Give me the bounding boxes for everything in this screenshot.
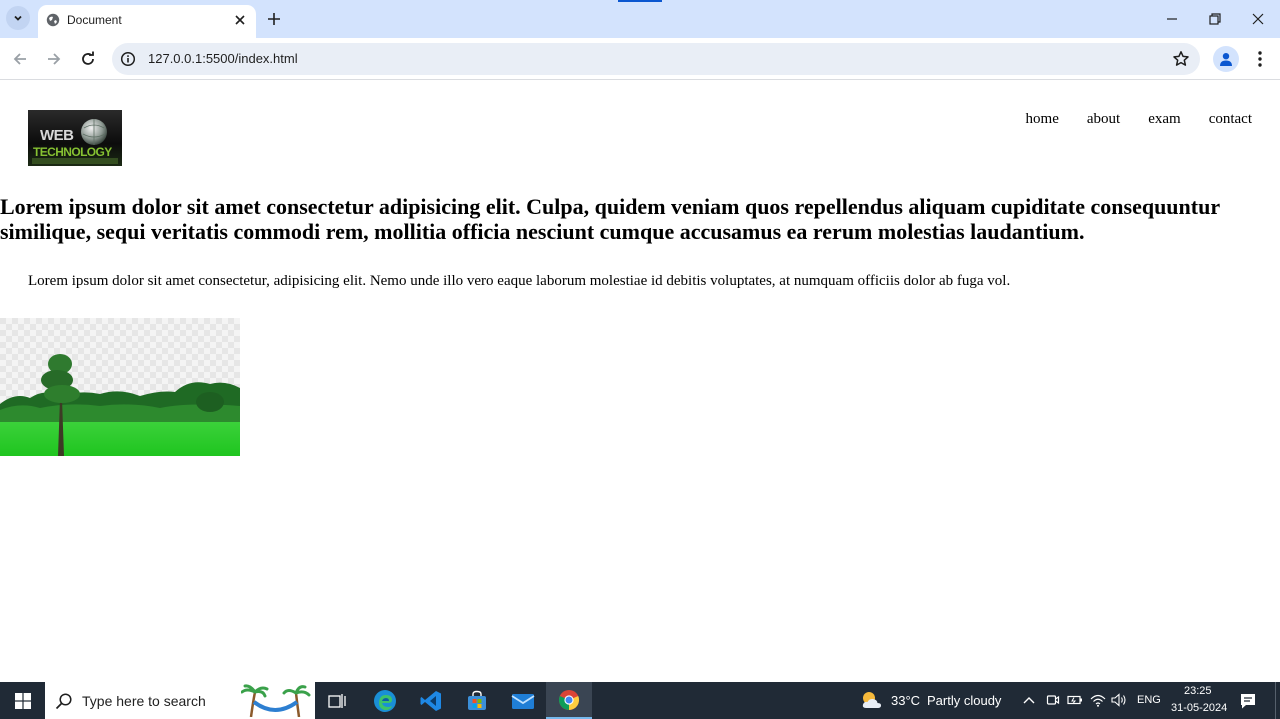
page-viewport: WEB TECHNOLOGY home about exam contact L… (0, 81, 1280, 682)
input-language-indicator[interactable]: ENG (1137, 694, 1161, 707)
tab-close-button[interactable] (230, 10, 250, 30)
arrow-right-icon (48, 53, 61, 65)
more-vert-icon (1258, 51, 1262, 67)
tab-search-button[interactable] (6, 6, 30, 30)
plus-icon (268, 13, 280, 25)
back-button[interactable] (8, 47, 32, 71)
tray-volume-button[interactable] (1111, 692, 1127, 708)
battery-icon (1067, 695, 1082, 705)
show-hidden-icons-button[interactable] (1021, 692, 1037, 708)
show-desktop-button[interactable] (1275, 682, 1280, 719)
landscape-image (0, 318, 240, 456)
taskbar-search-box[interactable]: Type here to search (45, 682, 315, 719)
tab-title: Document (67, 13, 122, 27)
taskbar-app-mail[interactable] (500, 682, 546, 719)
taskbar-app-edge[interactable] (362, 682, 408, 719)
task-view-icon (328, 693, 346, 708)
chevron-up-icon (1023, 697, 1035, 704)
mail-icon (511, 693, 535, 709)
new-tab-button[interactable] (262, 7, 286, 31)
tray-meet-button[interactable] (1045, 692, 1061, 708)
close-icon (235, 15, 245, 25)
tray-network-button[interactable] (1090, 692, 1106, 708)
taskbar-search-placeholder[interactable]: Type here to search (82, 693, 206, 709)
star-icon[interactable] (1172, 50, 1190, 68)
arrow-left-icon (13, 53, 26, 65)
edge-icon (374, 689, 396, 712)
logo-image: WEB TECHNOLOGY (32, 119, 118, 164)
task-view-button[interactable] (314, 682, 360, 719)
chrome-icon (558, 689, 580, 710)
nav-link-home[interactable]: home (1026, 110, 1059, 128)
weather-widget[interactable]: 33°C Partly cloudy (858, 682, 1008, 719)
profile-button[interactable] (1213, 46, 1239, 72)
browser-menu-button[interactable] (1250, 48, 1270, 70)
taskbar-app-vscode[interactable] (408, 682, 454, 719)
address-bar[interactable]: 127.0.0.1:5500/index.html (112, 43, 1200, 75)
windows-logo-icon (14, 692, 31, 709)
nav-link-contact[interactable]: contact (1209, 110, 1252, 128)
taskbar-app-store[interactable] (454, 682, 500, 719)
clock-time[interactable]: 23:25 (1184, 685, 1212, 698)
page-heading: Lorem ipsum dolor sit amet consectetur a… (0, 194, 1220, 244)
minimize-icon (1167, 18, 1177, 20)
partly-cloudy-icon (862, 692, 882, 708)
minimize-button[interactable] (1150, 0, 1194, 38)
browser-tab[interactable]: Document (38, 5, 256, 38)
main-nav: home about exam contact (1026, 110, 1252, 128)
close-window-button[interactable] (1236, 0, 1280, 38)
camera-icon (1046, 695, 1060, 705)
clock-date[interactable]: 31-05-2024 (1171, 702, 1227, 715)
tray-battery-button[interactable] (1067, 692, 1083, 708)
store-icon (468, 690, 486, 710)
restore-button[interactable] (1193, 0, 1237, 38)
windows-taskbar: Type here to search 33°C Partly cloudy E… (0, 682, 1280, 719)
weather-temperature: 33°C (891, 693, 921, 708)
page-paragraph: Lorem ipsum dolor sit amet consectetur, … (28, 273, 1011, 289)
browser-tab-strip: Document (0, 0, 1280, 38)
chevron-down-icon (14, 15, 22, 21)
notification-icon (1241, 694, 1255, 709)
notification-center-button[interactable] (1236, 690, 1260, 712)
browser-toolbar: 127.0.0.1:5500/index.html (0, 38, 1280, 80)
wifi-icon (1090, 694, 1106, 707)
reload-button[interactable] (76, 47, 100, 71)
url-text[interactable]: 127.0.0.1:5500/index.html (148, 51, 298, 67)
reload-icon (82, 51, 94, 65)
info-icon[interactable] (120, 51, 136, 67)
vscode-icon (420, 690, 441, 711)
weather-condition: Partly cloudy (927, 693, 1002, 708)
hammock-palm-icon (241, 684, 311, 717)
svg-text:TECHNOLOGY: TECHNOLOGY (33, 145, 112, 159)
globe-icon (46, 13, 60, 27)
nav-link-about[interactable]: about (1087, 110, 1120, 128)
restore-icon (1209, 13, 1221, 25)
site-logo[interactable]: WEB TECHNOLOGY (28, 110, 122, 166)
forward-button[interactable] (42, 47, 66, 71)
speaker-icon (1111, 693, 1126, 707)
search-icon (55, 693, 72, 710)
svg-text:WEB: WEB (40, 127, 74, 144)
nav-link-exam[interactable]: exam (1148, 110, 1180, 128)
tab-strip-accent (618, 0, 662, 2)
taskbar-app-chrome[interactable] (546, 682, 592, 719)
close-icon (1252, 13, 1264, 25)
person-icon (1220, 53, 1232, 66)
landscape-tree-image (0, 318, 240, 456)
start-button[interactable] (0, 682, 45, 719)
